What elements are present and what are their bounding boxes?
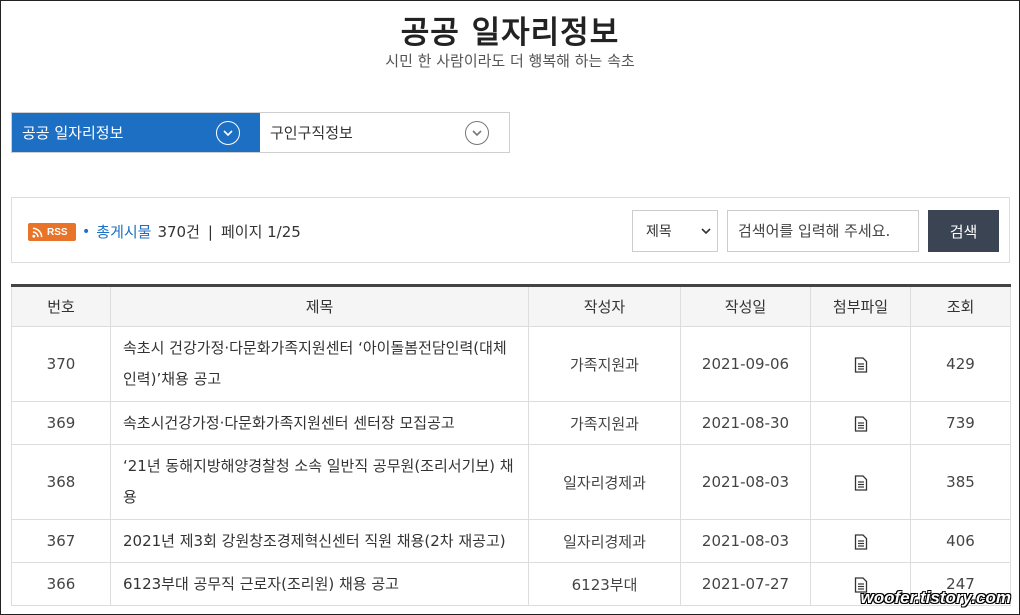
search-input[interactable] (727, 210, 919, 252)
page-indicator: 페이지 1/25 (220, 223, 301, 241)
bullet-icon: • (82, 223, 91, 240)
row-views: 429 (910, 326, 1011, 402)
column-header-author: 작성자 (528, 285, 681, 327)
chevron-down-icon[interactable] (465, 121, 489, 145)
watermark: woofer.tistory.com (860, 588, 1011, 607)
row-views: 739 (910, 401, 1011, 445)
stats-divider: | (207, 222, 213, 241)
row-author: 일자리경제과 (528, 519, 681, 563)
total-label: 총게시물 (96, 223, 152, 241)
row-title-link[interactable]: 속초시건강가정·다문화가족지원센터 센터장 모집공고 (110, 401, 529, 445)
row-number: 366 (11, 562, 111, 606)
document-icon[interactable] (854, 474, 868, 491)
category-menu: 공공 일자리정보 구인구직정보 (11, 112, 510, 153)
row-date: 2021-08-03 (680, 519, 811, 563)
board-toolbar: RSS • 총게시물 370건 | 페이지 1/25 제목 검색 (11, 197, 1010, 263)
table-row: 367 2021년 제3회 강원창조경제혁신센터 직원 채용(2차 재공고) 일… (11, 519, 1011, 563)
search-button[interactable]: 검색 (928, 210, 999, 252)
column-header-date: 작성일 (680, 285, 811, 327)
row-number: 369 (11, 401, 111, 445)
row-attachment[interactable] (810, 444, 911, 520)
row-title-link[interactable]: ‘21년 동해지방해양경찰청 소속 일반직 공무원(조리서기보) 채용 (110, 444, 529, 520)
menu-item-job-search[interactable]: 구인구직정보 (260, 113, 509, 152)
row-author: 가족지원과 (528, 326, 681, 402)
search-field-select[interactable]: 제목 (632, 210, 718, 252)
row-author: 가족지원과 (528, 401, 681, 445)
row-number: 367 (11, 519, 111, 563)
chevron-down-icon[interactable] (216, 121, 240, 145)
row-author: 일자리경제과 (528, 444, 681, 520)
menu-item-label: 구인구직정보 (270, 124, 353, 142)
table-row: 370 속초시 건강가정·다문화가족지원센터 ‘아이돌봄전담인력(대체인력)’채… (11, 326, 1011, 402)
column-header-title: 제목 (110, 285, 529, 327)
table-row: 369 속초시건강가정·다문화가족지원센터 센터장 모집공고 가족지원과 202… (11, 401, 1011, 445)
rss-button[interactable]: RSS (28, 223, 76, 241)
total-count: 370건 (157, 223, 200, 241)
row-date: 2021-07-27 (680, 562, 811, 606)
row-number: 370 (11, 326, 111, 402)
document-icon[interactable] (854, 356, 868, 373)
menu-item-public-jobs[interactable]: 공공 일자리정보 (12, 113, 260, 152)
document-icon[interactable] (854, 415, 868, 432)
row-date: 2021-09-06 (680, 326, 811, 402)
row-attachment[interactable] (810, 519, 911, 563)
row-views: 406 (910, 519, 1011, 563)
chevron-down-icon (701, 228, 711, 235)
document-icon[interactable] (854, 533, 868, 550)
row-attachment[interactable] (810, 326, 911, 402)
column-header-views: 조회 (910, 285, 1011, 327)
row-views: 385 (910, 444, 1011, 520)
row-date: 2021-08-30 (680, 401, 811, 445)
table-header-row: 번호 제목 작성자 작성일 첨부파일 조회 (11, 285, 1011, 327)
board-table: 번호 제목 작성자 작성일 첨부파일 조회 370 속초시 건강가정·다문화가족… (11, 284, 1011, 606)
search-field-value: 제목 (646, 224, 672, 240)
rss-label: RSS (47, 226, 68, 238)
page-title: 공공 일자리정보 (400, 15, 620, 51)
column-header-attachment: 첨부파일 (810, 285, 911, 327)
table-row: 368 ‘21년 동해지방해양경찰청 소속 일반직 공무원(조리서기보) 채용 … (11, 444, 1011, 520)
row-number: 368 (11, 444, 111, 520)
row-title-link[interactable]: 6123부대 공무직 근로자(조리원) 채용 공고 (110, 562, 529, 606)
row-author: 6123부대 (528, 562, 681, 606)
board-stats: • 총게시물 370건 | 페이지 1/25 (82, 221, 301, 242)
row-attachment[interactable] (810, 401, 911, 445)
column-header-number: 번호 (11, 285, 111, 327)
menu-item-label: 공공 일자리정보 (22, 124, 124, 142)
row-title-link[interactable]: 2021년 제3회 강원창조경제혁신센터 직원 채용(2차 재공고) (110, 519, 529, 563)
row-date: 2021-08-03 (680, 444, 811, 520)
row-title-link[interactable]: 속초시 건강가정·다문화가족지원센터 ‘아이돌봄전담인력(대체인력)’채용 공고 (110, 326, 529, 402)
page-subtitle: 시민 한 사람이라도 더 행복해 하는 속초 (385, 52, 635, 70)
rss-icon (32, 227, 43, 238)
